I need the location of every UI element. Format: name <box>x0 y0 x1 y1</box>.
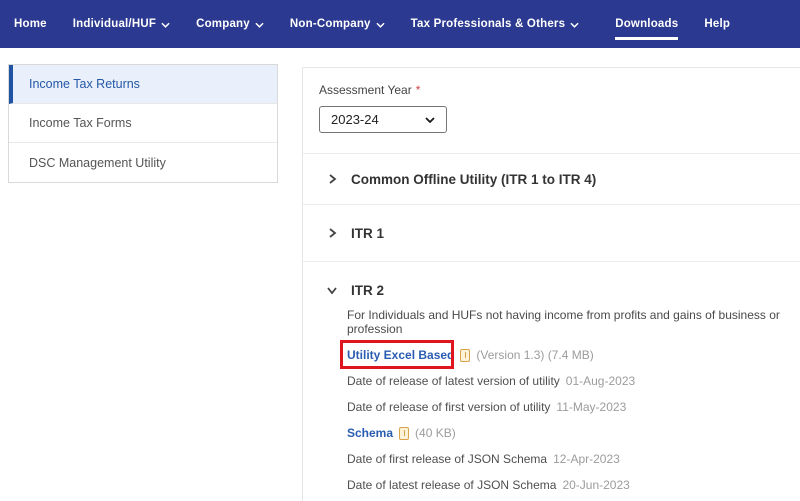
chevron-down-icon <box>376 22 385 28</box>
date-label: Date of release of first version of util… <box>347 400 551 414</box>
date-value: 12-Apr-2023 <box>553 452 620 466</box>
chevron-down-icon <box>327 287 337 295</box>
chevron-down-icon <box>255 22 264 28</box>
date-first-json-schema-row: Date of first release of JSON Schema 12-… <box>347 452 800 466</box>
nav-item-label: Individual/HUF <box>72 18 157 30</box>
chevron-right-icon <box>329 174 337 184</box>
itr-2-description: For Individuals and HUFs not having inco… <box>347 308 780 336</box>
chevron-down-icon <box>570 22 579 28</box>
top-navigation: Home Individual/HUF Company Non-Company … <box>0 0 800 48</box>
date-label: Date of release of latest version of uti… <box>347 374 560 388</box>
date-label: Date of first release of JSON Schema <box>347 452 548 466</box>
assessment-year-selected-value: 2023-24 <box>331 112 379 127</box>
date-value: 11-May-2023 <box>556 400 627 414</box>
assessment-year-select[interactable]: 2023-24 <box>319 106 447 133</box>
nav-item-help[interactable]: Help <box>704 0 730 48</box>
nav-item-label: Home <box>14 18 47 30</box>
utility-excel-based-row: Utility Excel Based (Version 1.3) (7.4 M… <box>340 340 800 369</box>
downloads-page: Home Individual/HUF Company Non-Company … <box>0 0 800 501</box>
sidebar-item-dsc-management-utility[interactable]: DSC Management Utility <box>9 143 277 182</box>
nav-item-label: Company <box>196 18 250 30</box>
chevron-down-icon <box>161 22 170 28</box>
schema-row: Schema (40 KB) <box>347 426 800 440</box>
assessment-year-label-row: Assessment Year * <box>303 68 800 97</box>
nav-item-home[interactable]: Home <box>14 0 47 48</box>
nav-item-label: Non-Company <box>289 18 371 30</box>
date-latest-utility-row: Date of release of latest version of uti… <box>347 374 800 388</box>
nav-item-tax-professionals[interactable]: Tax Professionals & Others <box>411 0 580 48</box>
date-label: Date of latest release of JSON Schema <box>347 478 557 492</box>
accordion-itr-2[interactable]: ITR 2 <box>303 262 800 306</box>
sidebar-item-label: Income Tax Returns <box>29 77 140 91</box>
utility-excel-based-link[interactable]: Utility Excel Based <box>347 348 454 362</box>
accordion-itr-1[interactable]: ITR 1 <box>303 205 800 261</box>
schema-size: (40 KB) <box>415 426 456 440</box>
accordion-title: Common Offline Utility (ITR 1 to ITR 4) <box>351 171 597 187</box>
itr-2-body: For Individuals and HUFs not having inco… <box>303 306 800 501</box>
assessment-year-label: Assessment Year <box>319 83 412 97</box>
select-caret-icon <box>425 116 435 123</box>
sidebar-item-income-tax-returns[interactable]: Income Tax Returns <box>9 65 277 104</box>
accordion-common-offline-utility[interactable]: Common Offline Utility (ITR 1 to ITR 4) <box>303 154 800 204</box>
schema-link[interactable]: Schema <box>347 426 393 440</box>
sidebar-item-income-tax-forms[interactable]: Income Tax Forms <box>9 104 277 143</box>
chevron-right-icon <box>329 228 337 238</box>
nav-item-downloads[interactable]: Downloads <box>615 0 679 48</box>
sidebar-item-label: Income Tax Forms <box>29 116 132 130</box>
utility-version-size: (Version 1.3) (7.4 MB) <box>476 348 594 362</box>
accordion-title: ITR 2 <box>351 282 385 298</box>
downloads-content-panel: Assessment Year * 2023-24 Common Offline… <box>302 67 800 501</box>
nav-item-label: Tax Professionals & Others <box>410 18 566 30</box>
date-value: 20-Jun-2023 <box>562 478 630 492</box>
accordion-title: ITR 1 <box>351 225 385 241</box>
downloads-sidebar: Income Tax Returns Income Tax Forms DSC … <box>8 64 278 183</box>
nav-item-company[interactable]: Company <box>196 0 264 48</box>
nav-item-non-company[interactable]: Non-Company <box>290 0 385 48</box>
sidebar-item-label: DSC Management Utility <box>29 155 166 170</box>
required-asterisk: * <box>415 83 421 97</box>
nav-item-individual-huf[interactable]: Individual/HUF <box>73 0 170 48</box>
nav-item-label: Help <box>704 18 731 30</box>
date-first-utility-row: Date of release of first version of util… <box>347 400 800 414</box>
download-file-icon[interactable] <box>460 348 471 362</box>
date-value: 01-Aug-2023 <box>565 374 636 388</box>
download-file-icon[interactable] <box>399 426 410 440</box>
date-latest-json-schema-row: Date of latest release of JSON Schema 20… <box>347 478 800 492</box>
nav-item-label: Downloads <box>615 18 679 30</box>
